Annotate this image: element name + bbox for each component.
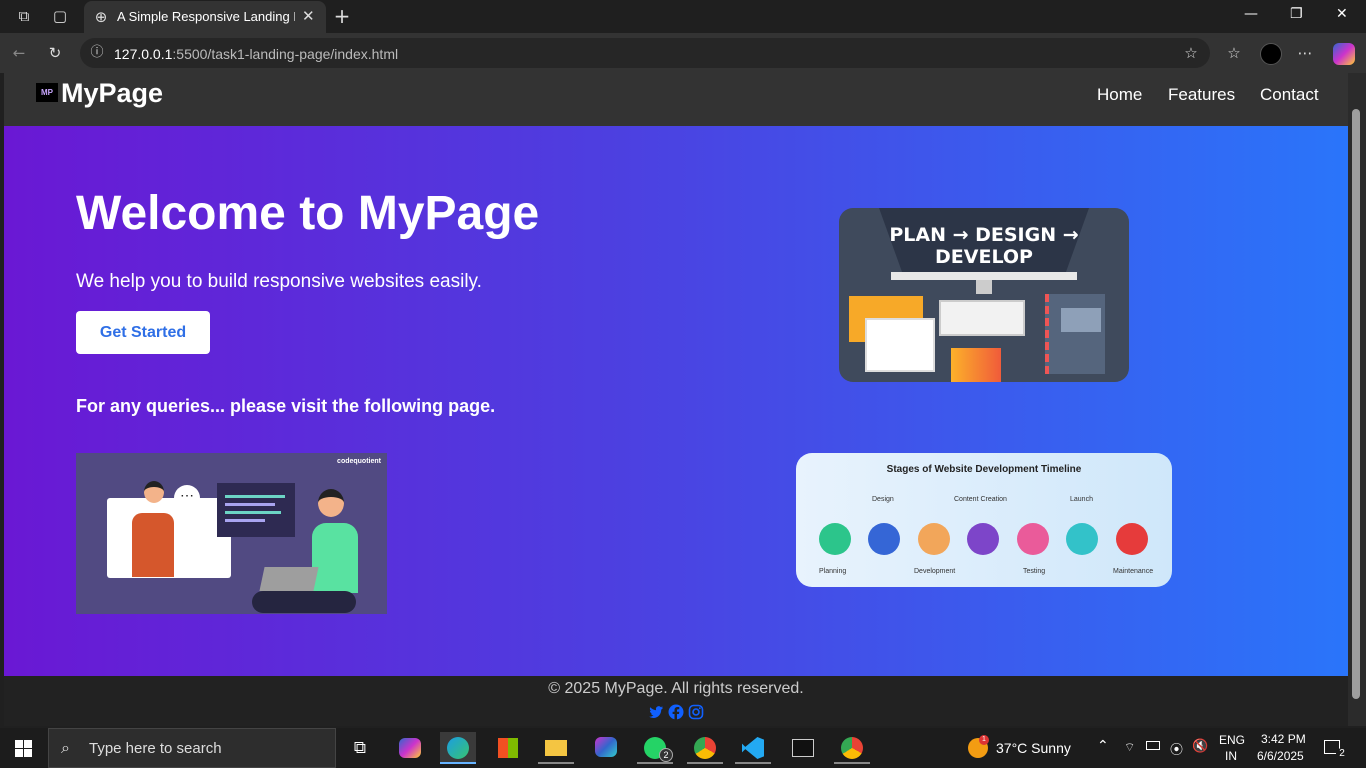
region-text[interactable]: IN bbox=[1225, 749, 1237, 763]
file-explorer-icon[interactable] bbox=[538, 732, 574, 764]
testing-stage-icon bbox=[1017, 523, 1049, 555]
close-window-icon[interactable]: ✕ bbox=[1336, 6, 1348, 22]
copilot-app-icon[interactable] bbox=[392, 732, 428, 764]
plan-design-develop-image: PLAN → DESIGN → DEVELOP bbox=[839, 208, 1129, 382]
get-started-button[interactable]: Get Started bbox=[76, 311, 210, 354]
brand-watermark: codequotient bbox=[337, 458, 381, 465]
favorites-icon[interactable]: ☆ bbox=[1225, 44, 1243, 62]
address-field[interactable]: ⓘ 127.0.0.1:5500/task1-landing-page/inde… bbox=[80, 38, 1210, 68]
site-logo[interactable]: MyPage bbox=[61, 78, 163, 109]
new-tab-icon[interactable]: + bbox=[333, 6, 351, 26]
timeline-label: Design bbox=[872, 496, 894, 503]
search-placeholder: Type here to search bbox=[89, 740, 222, 757]
windows-taskbar: ⌕ Type here to search ⧉ 2 1 37°C Sunny ⌃… bbox=[0, 728, 1366, 768]
weather-badge: 1 bbox=[979, 735, 989, 745]
site-info-icon[interactable]: ⓘ bbox=[88, 44, 106, 62]
terminal-app-icon[interactable] bbox=[785, 732, 821, 764]
support-illustration[interactable]: codequotient ⋯ bbox=[76, 453, 387, 614]
refresh-icon[interactable]: ↻ bbox=[46, 44, 64, 62]
hero-subtitle: We help you to build responsive websites… bbox=[76, 271, 482, 292]
site-footer: © 2025 MyPage. All rights reserved. bbox=[4, 676, 1348, 726]
facebook-icon[interactable] bbox=[668, 704, 684, 720]
page-viewport: MP MyPage Home Features Contact Welcome … bbox=[4, 73, 1348, 726]
tray-chevron-icon[interactable]: ⌃ bbox=[1097, 738, 1109, 754]
m365-app-icon[interactable] bbox=[588, 732, 624, 764]
weather-icon[interactable]: 1 bbox=[968, 735, 989, 758]
timeline-label: Maintenance bbox=[1113, 568, 1154, 575]
timeline-label: Planning bbox=[819, 568, 847, 575]
query-text: For any queries... please visit the foll… bbox=[76, 396, 496, 416]
language-text[interactable]: ENG bbox=[1219, 733, 1245, 747]
globe-icon: ⊕ bbox=[94, 8, 108, 26]
chrome-profile-app-icon[interactable] bbox=[834, 732, 870, 764]
timeline-label: Development bbox=[914, 568, 956, 575]
browser-tabbar: ⧉ ▢ ⊕ A Simple Responsive Landing Page ✕… bbox=[0, 0, 1366, 33]
back-icon[interactable]: ← bbox=[10, 44, 28, 62]
profile-avatar[interactable] bbox=[1260, 43, 1282, 65]
timeline-title: Stages of Website Development Timeline bbox=[886, 464, 1082, 475]
workspaces-icon[interactable]: ⧉ bbox=[15, 7, 33, 25]
hero-section: Welcome to MyPage We help you to build r… bbox=[4, 126, 1348, 676]
timeline-image: Stages of Website Development Timeline D… bbox=[796, 453, 1172, 587]
nav-home[interactable]: Home bbox=[1097, 85, 1142, 105]
whatsapp-app-icon[interactable]: 2 bbox=[637, 732, 673, 764]
clock-time[interactable]: 3:42 PM bbox=[1261, 732, 1306, 746]
timeline-label: Launch bbox=[1070, 496, 1093, 503]
planning-stage-icon bbox=[819, 523, 851, 555]
close-tab-icon[interactable]: ✕ bbox=[302, 7, 315, 25]
tab-title: A Simple Responsive Landing Page bbox=[117, 9, 295, 24]
browser-tab[interactable]: ⊕ A Simple Responsive Landing Page ✕ bbox=[84, 1, 326, 33]
copyright-text: © 2025 MyPage. All rights reserved. bbox=[548, 680, 804, 697]
wifi-icon[interactable]: ⌔ bbox=[1124, 740, 1135, 755]
maintenance-stage-icon bbox=[1116, 523, 1148, 555]
hero-title: Welcome to MyPage bbox=[76, 187, 540, 240]
network-icon[interactable]: ⦿ bbox=[1170, 739, 1183, 758]
site-navbar: MP MyPage Home Features Contact bbox=[4, 73, 1348, 126]
copilot-icon[interactable] bbox=[1333, 43, 1355, 65]
page-scrollbar[interactable] bbox=[1348, 73, 1366, 726]
volume-muted-icon[interactable]: 🔇 bbox=[1192, 739, 1208, 754]
more-icon[interactable]: ⋯ bbox=[1296, 44, 1314, 62]
nav-contact[interactable]: Contact bbox=[1260, 85, 1319, 105]
favorite-star-icon[interactable]: ☆ bbox=[1182, 44, 1200, 62]
whatsapp-badge: 2 bbox=[659, 748, 673, 762]
notification-count: 2 bbox=[1336, 748, 1348, 760]
tab-actions-icon[interactable]: ▢ bbox=[51, 7, 69, 25]
search-icon: ⌕ bbox=[61, 738, 70, 757]
task-view-icon[interactable]: ⧉ bbox=[342, 732, 378, 764]
address-toolbar: ← ↻ ⓘ 127.0.0.1:5500/task1-landing-page/… bbox=[0, 33, 1366, 73]
clock-date[interactable]: 6/6/2025 bbox=[1257, 749, 1304, 763]
content-stage-icon bbox=[967, 523, 999, 555]
plan-banner-text: PLAN → DESIGN → DEVELOP bbox=[889, 224, 1079, 268]
timeline-label: Content Creation bbox=[954, 496, 1007, 503]
logo-icon: MP bbox=[36, 83, 58, 102]
weather-text[interactable]: 37°C Sunny bbox=[996, 740, 1071, 756]
url-text: 127.0.0.1:5500/task1-landing-page/index.… bbox=[114, 46, 399, 62]
development-stage-icon bbox=[918, 523, 950, 555]
chrome-app-icon[interactable] bbox=[687, 732, 723, 764]
minimize-icon[interactable]: — bbox=[1244, 6, 1258, 22]
timeline-label: Testing bbox=[1023, 568, 1046, 575]
scrollbar-thumb[interactable] bbox=[1352, 109, 1360, 699]
twitter-icon[interactable] bbox=[648, 704, 664, 720]
windows-start-icon[interactable] bbox=[15, 740, 32, 757]
launch-stage-icon bbox=[1066, 523, 1098, 555]
nav-features[interactable]: Features bbox=[1168, 85, 1235, 105]
instagram-icon[interactable] bbox=[688, 704, 704, 720]
store-app-icon[interactable] bbox=[490, 732, 526, 764]
restore-icon[interactable]: ❐ bbox=[1290, 6, 1303, 22]
battery-icon[interactable] bbox=[1146, 741, 1160, 750]
design-stage-icon bbox=[868, 523, 900, 555]
vscode-app-icon[interactable] bbox=[735, 732, 771, 764]
taskbar-search[interactable]: ⌕ Type here to search bbox=[48, 728, 336, 768]
edge-app-icon[interactable] bbox=[440, 732, 476, 764]
